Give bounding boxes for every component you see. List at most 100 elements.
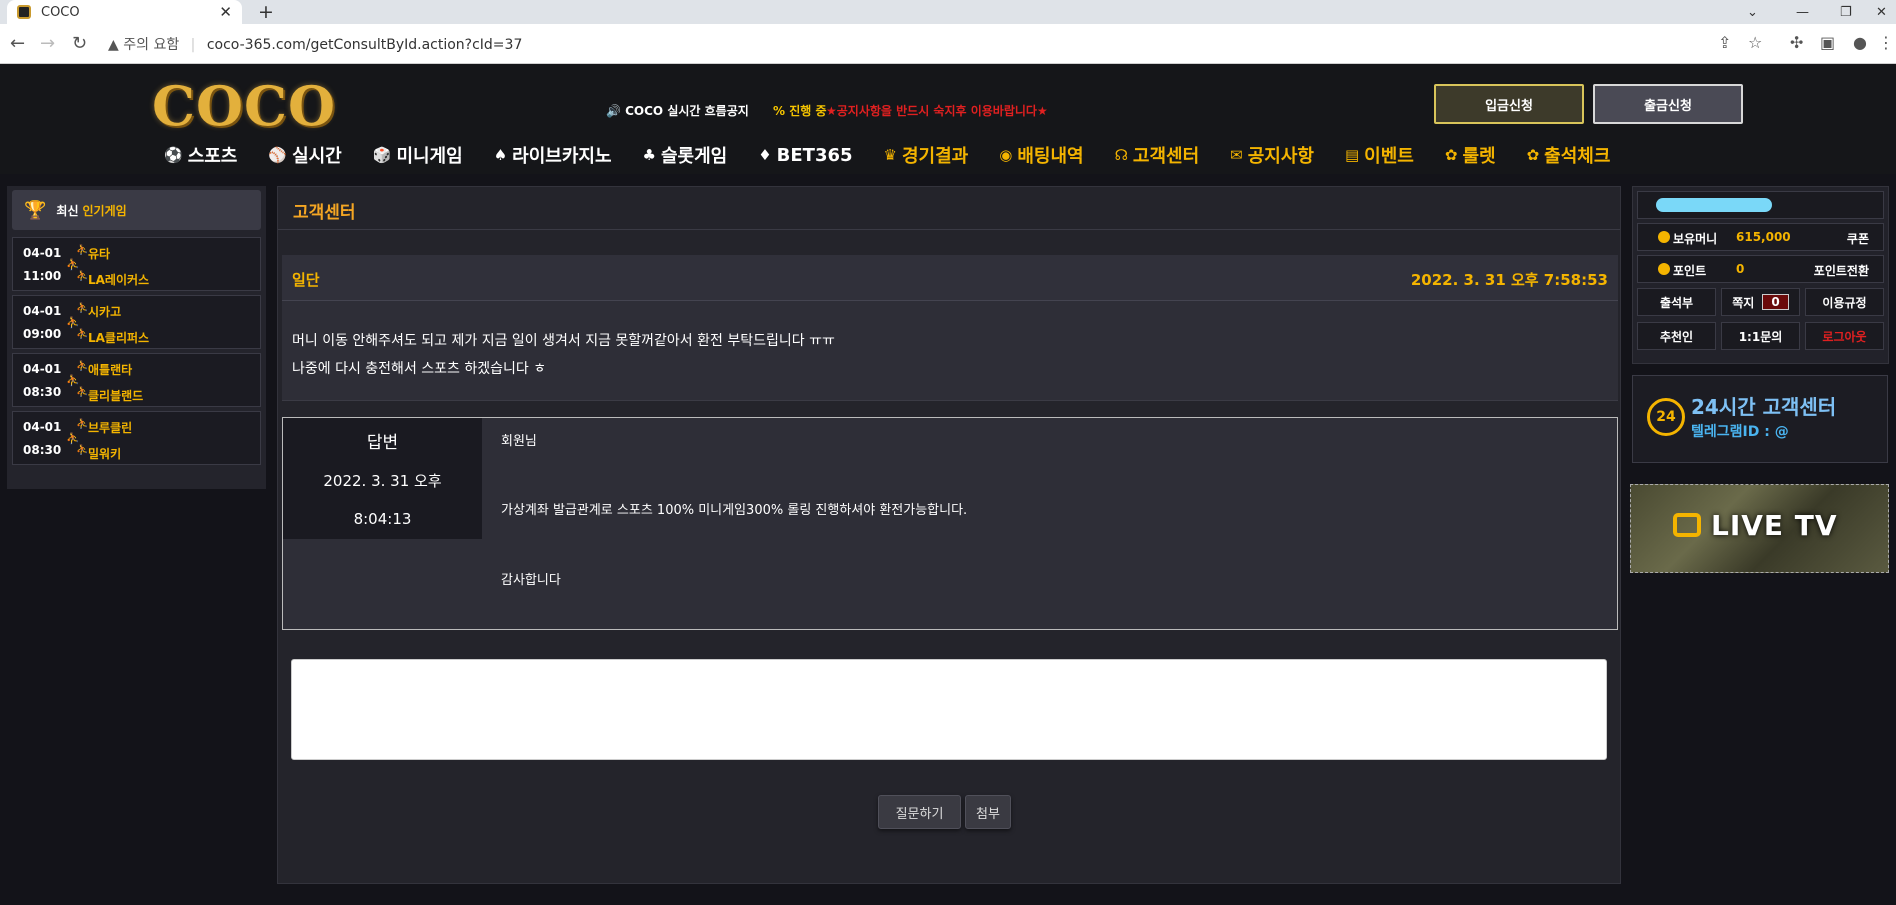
game-row[interactable]: 04-01 08:30 ⛹ ⛹ ⛹ 애틀랜타 클리블랜드 [12, 353, 261, 407]
nav-label: 공지사항 [1247, 146, 1314, 167]
attendance-button[interactable]: 출석부 [1637, 288, 1716, 316]
reload-icon[interactable]: ↻ [72, 33, 87, 54]
security-label: 주의 요함 [123, 37, 180, 53]
nav-label: 출석체크 [1544, 146, 1611, 167]
dice-icon: 🎲 [372, 146, 392, 164]
team-home: 유타 [88, 247, 111, 261]
game-row[interactable]: 04-01 11:00 ⛹ ⛹ ⛹ 유타 LA레이커스 [12, 237, 261, 291]
money-label: 보유머니 [1673, 232, 1718, 246]
megaphone-icon: ✉ [1230, 146, 1243, 164]
terms-button[interactable]: 이용규정 [1805, 288, 1884, 316]
url-field[interactable]: ▲ 주의 요함 | coco-365.com/getConsultById.ac… [108, 34, 522, 54]
point-convert-button[interactable]: 포인트전환 [1814, 262, 1869, 279]
profile-icon[interactable]: ● [1853, 33, 1867, 52]
nav-live-casino[interactable]: ♠ 라이브카지노 [494, 142, 612, 168]
nav-bet-history[interactable]: ◉ 배팅내역 [999, 142, 1083, 168]
team-away: LA클리퍼스 [88, 331, 150, 345]
header-label-latest: 최신 [56, 203, 79, 218]
basketball-player-icon: ⛹ [76, 419, 89, 430]
notice-title: 🔊 COCO 실시간 흐름공지 [606, 104, 749, 118]
nav-notice[interactable]: ✉ 공지사항 [1230, 142, 1314, 168]
ask-question-button[interactable]: 질문하기 [878, 795, 961, 829]
baseball-icon: ⚾ [268, 146, 288, 164]
game-row[interactable]: 04-01 08:30 ⛹ ⛹ ⛹ 브루클린 밀워키 [12, 411, 261, 465]
basketball-player-icon: ⛹ [76, 303, 89, 314]
logout-button[interactable]: 로그아웃 [1805, 322, 1884, 350]
tab-search-icon[interactable]: ⌄ [1747, 0, 1758, 24]
headset-icon: ☊ [1114, 146, 1128, 164]
recommender-button[interactable]: 추천인 [1637, 322, 1716, 350]
nav-slot[interactable]: ♣ 슬롯게임 [643, 142, 728, 168]
menu-icon[interactable]: ⋮ [1878, 33, 1894, 52]
favicon-icon [17, 5, 31, 19]
minimize-icon[interactable]: — [1796, 0, 1809, 24]
game-time: 08:30 [23, 385, 62, 399]
side-panel-icon[interactable]: ▣ [1820, 33, 1835, 52]
close-tab-icon[interactable]: ✕ [219, 3, 232, 21]
popular-games-header: 🏆 최신 인기게임 [12, 190, 261, 230]
browser-tab[interactable]: COCO ✕ [7, 0, 242, 24]
nav-attendance[interactable]: ✿ 출석체크 [1527, 142, 1611, 168]
basketball-player-icon: ⛹ [66, 432, 80, 445]
answer-body: 가상계좌 발급관계로 스포츠 100% 미니게임300% 롤링 진행하셔야 환전… [501, 503, 968, 518]
nav-sports[interactable]: ⚽ 스포츠 [164, 142, 237, 168]
money-value: 615,000 [1736, 230, 1791, 244]
nav-minigame[interactable]: 🎲 미니게임 [373, 142, 463, 168]
game-time: 09:00 [23, 327, 62, 341]
nav-bet365[interactable]: ♦ BET365 [758, 142, 852, 168]
withdraw-button[interactable]: 출금신청 [1593, 84, 1743, 124]
nav-event[interactable]: ▤ 이벤트 [1345, 142, 1414, 168]
deposit-button[interactable]: 입금신청 [1434, 84, 1584, 124]
window-close-icon[interactable]: ✕ [1876, 0, 1887, 24]
game-row[interactable]: 04-01 09:00 ⛹ ⛹ ⛹ 시카고 LA클리퍼스 [12, 295, 261, 349]
question-line: 나중에 다시 충전해서 스포츠 하겠습니다 ㅎ [292, 361, 547, 377]
cs-telegram: 텔레그램ID : @ [1691, 424, 1789, 440]
basketball-player-icon: ⛹ [76, 271, 89, 282]
nav-live[interactable]: ⚾ 실시간 [268, 142, 341, 168]
coin-icon [1658, 231, 1670, 243]
site-logo[interactable]: COCO [152, 74, 336, 138]
coupon-button[interactable]: 쿠폰 [1847, 230, 1869, 247]
nav-label: 고객센터 [1132, 146, 1200, 167]
forward-icon[interactable]: → [40, 33, 55, 54]
crown-icon: ♛ [883, 146, 897, 164]
soccer-ball-icon: ⚽ [164, 146, 183, 164]
extensions-icon[interactable]: ✣ [1790, 33, 1803, 52]
customer-center-banner[interactable]: 24 24시간 고객센터 텔레그램ID : @ [1632, 375, 1888, 463]
basketball-player-icon: ⛹ [76, 387, 89, 398]
nav-roulette[interactable]: ✿ 룰렛 [1445, 142, 1496, 168]
maximize-icon[interactable]: ❐ [1840, 0, 1852, 24]
basketball-player-icon: ⛹ [66, 316, 80, 329]
back-icon[interactable]: ← [10, 33, 25, 54]
answer-date: 2022. 3. 31 오후 [323, 472, 442, 490]
share-icon[interactable]: ⇪ [1718, 33, 1731, 52]
messages-label: 쪽지 [1732, 295, 1755, 310]
question-box: 일단 2022. 3. 31 오후 7:58:53 머니 이동 안해주셔도 되고… [282, 255, 1618, 401]
notice-text: ★공지사항을 반드시 숙지후 이용바랍니다★ [826, 104, 1048, 118]
tab-title: COCO [41, 4, 80, 20]
inquiry-button[interactable]: 1:1문의 [1721, 322, 1800, 350]
question-line: 머니 이동 안해주셔도 되고 제가 지금 일이 생겨서 지금 못할꺼같아서 환전… [292, 333, 835, 349]
live-tv-banner[interactable]: LIVE TV [1630, 484, 1889, 573]
new-tab-button[interactable]: + [258, 1, 274, 23]
nav-results[interactable]: ♛ 경기결과 [884, 142, 969, 168]
clock-24-icon: 24 [1647, 398, 1685, 436]
answer-label: 답변 [366, 433, 399, 453]
basketball-player-icon: ⛹ [66, 258, 80, 271]
nav-label: 룰렛 [1462, 146, 1496, 167]
question-datetime: 2022. 3. 31 오후 7:58:53 [1410, 271, 1608, 289]
attach-button[interactable]: 첨부 [965, 795, 1011, 829]
answer-closing: 감사합니다 [501, 573, 561, 588]
game-time: 11:00 [23, 269, 62, 283]
bookmark-star-icon[interactable]: ☆ [1748, 33, 1762, 52]
nav-label: 이벤트 [1364, 146, 1414, 167]
question-textarea[interactable] [291, 659, 1607, 760]
flower-icon: ✿ [1526, 146, 1540, 164]
customer-center-panel: 고객센터 일단 2022. 3. 31 오후 7:58:53 머니 이동 안해주… [277, 186, 1621, 884]
nav-label: 미니게임 [396, 146, 463, 167]
messages-button[interactable]: 쪽지 0 [1721, 288, 1800, 316]
game-time: 08:30 [23, 443, 62, 457]
nav-customer-center[interactable]: ☊ 고객센터 [1115, 142, 1200, 168]
basketball-player-icon: ⛹ [76, 245, 89, 256]
basketball-player-icon: ⛹ [66, 374, 80, 387]
